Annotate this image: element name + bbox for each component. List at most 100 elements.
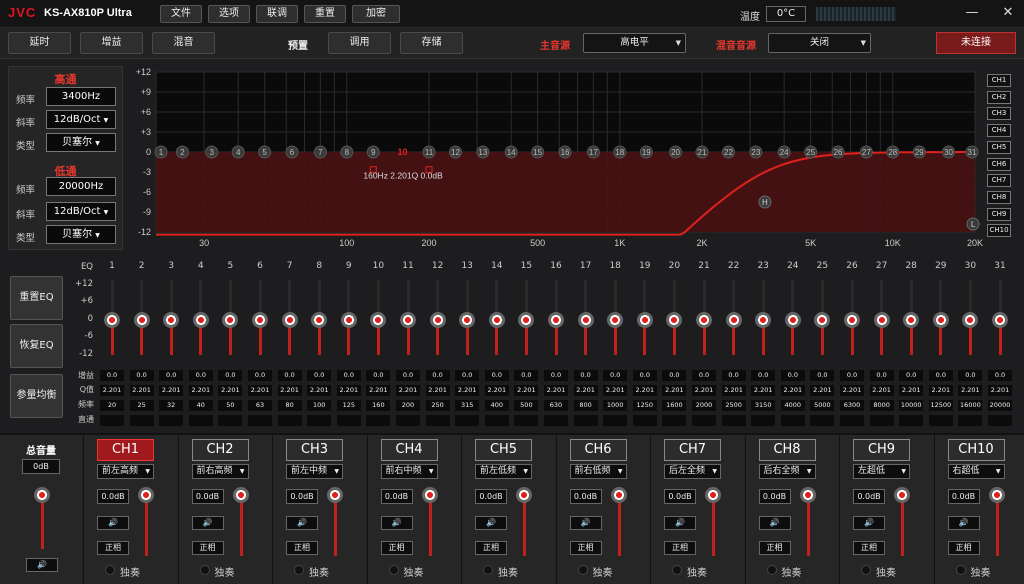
channel-phase-button[interactable]: 正相 <box>664 541 696 555</box>
eq-freq-cell[interactable]: 40 <box>188 400 213 411</box>
eq-freq-cell[interactable]: 250 <box>425 400 450 411</box>
eq-q-cell[interactable]: 2.201 <box>692 385 716 396</box>
eq-q-cell[interactable]: 2.201 <box>988 385 1012 396</box>
eq-bypass-cell[interactable] <box>751 415 776 426</box>
eq-bypass-cell[interactable] <box>248 415 272 426</box>
solo-radio[interactable] <box>672 565 682 575</box>
eq-gain-cell[interactable]: 0.0 <box>159 370 184 381</box>
channel-volume-knob[interactable] <box>421 487 438 503</box>
solo-radio[interactable] <box>105 565 115 575</box>
eq-freq-cell[interactable]: 6300 <box>840 400 864 411</box>
eq-q-cell[interactable]: 2.201 <box>810 385 835 396</box>
channel-header-ch5[interactable]: CH5 <box>475 439 532 461</box>
channel-header-ch1[interactable]: CH1 <box>97 439 154 461</box>
eq-gain-cell[interactable]: 0.0 <box>218 370 243 381</box>
eq-bypass-cell[interactable] <box>840 415 864 426</box>
eq-gain-cell[interactable]: 0.0 <box>573 370 598 381</box>
eq-bypass-cell[interactable] <box>958 415 983 426</box>
channel-mute-button[interactable]: 🔊 <box>380 516 413 530</box>
channel-header-ch8[interactable]: CH8 <box>758 439 816 461</box>
eq-q-cell[interactable]: 2.201 <box>958 385 983 396</box>
eq-freq-cell[interactable]: 25 <box>129 400 154 411</box>
solo-radio[interactable] <box>861 565 871 575</box>
eq-q-cell[interactable]: 2.201 <box>751 385 776 396</box>
eq-gain-cell[interactable]: 0.0 <box>336 370 361 381</box>
eq-gain-cell[interactable]: 0.0 <box>869 370 894 381</box>
eq-slider-knob[interactable] <box>488 312 505 328</box>
eq-bypass-cell[interactable] <box>425 415 450 426</box>
eq-bypass-cell[interactable] <box>928 415 953 426</box>
menu-options[interactable]: 选项 <box>208 5 250 23</box>
eq-q-cell[interactable]: 2.201 <box>899 385 924 396</box>
eq-slider-knob[interactable] <box>518 312 535 328</box>
eq-gain-cell[interactable]: 0.0 <box>603 370 628 381</box>
eq-slider-knob[interactable] <box>340 312 357 328</box>
eq-freq-cell[interactable]: 12500 <box>928 400 953 411</box>
channel-mute-button[interactable]: 🔊 <box>286 516 318 530</box>
hp-slope-select[interactable]: 12dB/Oct ▼ <box>46 110 116 129</box>
eq-bypass-cell[interactable] <box>514 415 539 426</box>
eq-freq-cell[interactable]: 200 <box>396 400 420 411</box>
graph-channel-ch6[interactable]: CH6 <box>987 157 1011 171</box>
eq-bypass-cell[interactable] <box>573 415 598 426</box>
channel-position-select[interactable]: 前右中频 ▼ <box>380 464 438 479</box>
connect-button[interactable]: 未连接 <box>936 32 1016 54</box>
eq-slider-knob[interactable] <box>932 312 949 328</box>
eq-gain-cell[interactable]: 0.0 <box>751 370 776 381</box>
graph-channel-ch8[interactable]: CH8 <box>987 190 1011 204</box>
eq-freq-cell[interactable]: 100 <box>307 400 332 411</box>
channel-phase-button[interactable]: 正相 <box>97 541 129 555</box>
channel-header-ch6[interactable]: CH6 <box>569 439 627 461</box>
eq-slider-knob[interactable] <box>992 312 1008 328</box>
store-button[interactable]: 存储 <box>400 32 463 54</box>
master-mute-button[interactable]: 🔊 <box>26 558 58 572</box>
menu-encrypt[interactable]: 加密 <box>352 5 400 23</box>
channel-mute-button[interactable]: 🔊 <box>97 516 129 530</box>
channel-phase-button[interactable]: 正相 <box>475 541 507 555</box>
eq-freq-cell[interactable]: 10000 <box>899 400 924 411</box>
eq-bypass-cell[interactable] <box>366 415 391 426</box>
lp-freq-input[interactable]: 20000Hz <box>46 177 116 196</box>
eq-freq-cell[interactable]: 20000 <box>988 400 1012 411</box>
eq-q-cell[interactable]: 2.201 <box>396 385 420 396</box>
eq-slider-knob[interactable] <box>636 312 653 328</box>
eq-gain-cell[interactable]: 0.0 <box>425 370 450 381</box>
channel-volume-knob[interactable] <box>138 487 154 503</box>
eq-q-cell[interactable]: 2.201 <box>484 385 509 396</box>
eq-bypass-cell[interactable] <box>869 415 894 426</box>
eq-slider-knob[interactable] <box>844 312 860 328</box>
eq-bypass-cell[interactable] <box>692 415 716 426</box>
eq-q-cell[interactable]: 2.201 <box>366 385 391 396</box>
minimize-icon[interactable]: — <box>962 5 982 23</box>
eq-gain-cell[interactable]: 0.0 <box>662 370 687 381</box>
eq-q-cell[interactable]: 2.201 <box>514 385 539 396</box>
eq-freq-cell[interactable]: 800 <box>573 400 598 411</box>
channel-volume-knob[interactable] <box>327 487 343 503</box>
channel-phase-button[interactable]: 正相 <box>380 541 413 555</box>
channel-volume-knob[interactable] <box>799 487 816 503</box>
eq-gain-cell[interactable]: 0.0 <box>632 370 657 381</box>
eq-bypass-cell[interactable] <box>336 415 361 426</box>
channel-mute-button[interactable]: 🔊 <box>947 516 980 530</box>
eq-gain-cell[interactable]: 0.0 <box>455 370 480 381</box>
channel-position-select[interactable]: 前左低频 ▼ <box>475 464 532 479</box>
eq-q-cell[interactable]: 2.201 <box>336 385 361 396</box>
channel-position-select[interactable]: 前右低频 ▼ <box>569 464 627 479</box>
channel-position-select[interactable]: 左超低 ▼ <box>853 464 910 479</box>
mix-button[interactable]: 混音 <box>152 32 215 54</box>
eq-slider-knob[interactable] <box>252 312 268 328</box>
eq-freq-cell[interactable]: 160 <box>366 400 391 411</box>
eq-bypass-cell[interactable] <box>780 415 805 426</box>
channel-phase-button[interactable]: 正相 <box>947 541 980 555</box>
channel-position-select[interactable]: 后右全频 ▼ <box>758 464 816 479</box>
eq-freq-cell[interactable]: 50 <box>218 400 243 411</box>
graph-channel-ch3[interactable]: CH3 <box>987 107 1011 121</box>
eq-q-cell[interactable]: 2.201 <box>159 385 184 396</box>
eq-gain-cell[interactable]: 0.0 <box>396 370 420 381</box>
eq-gain-cell[interactable]: 0.0 <box>721 370 746 381</box>
eq-freq-cell[interactable]: 63 <box>248 400 272 411</box>
eq-freq-cell[interactable]: 4000 <box>780 400 805 411</box>
delay-button[interactable]: 延时 <box>8 32 71 54</box>
eq-slider-knob[interactable] <box>755 312 772 328</box>
eq-slider-knob[interactable] <box>666 312 683 328</box>
